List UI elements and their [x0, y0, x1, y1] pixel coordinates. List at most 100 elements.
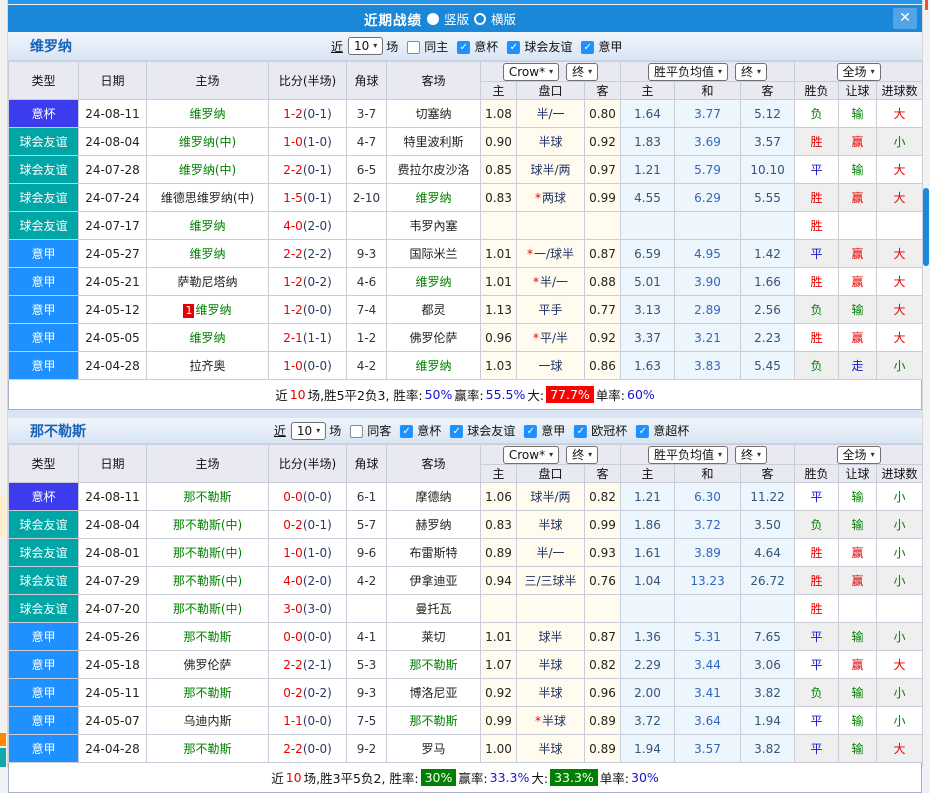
handicap-text: 球半/两 [530, 163, 571, 177]
competition-label[interactable]: 意甲 [541, 422, 565, 439]
horizontal-layout-radio[interactable] [474, 12, 486, 25]
competition-label[interactable]: 球会友谊 [467, 422, 515, 439]
odds-away-cell [583, 211, 622, 240]
halftime-score: (1-0) [302, 134, 332, 149]
score-cell: 1-5(0-1) [268, 183, 347, 212]
summary-segment: 30% [420, 769, 457, 786]
scope-select[interactable]: 全场 ▾ [836, 445, 881, 464]
vertical-layout-label[interactable]: 竖版 [444, 9, 469, 28]
handicap-text: 平/半 [539, 331, 569, 345]
date-cell: 24-05-07 [78, 706, 147, 735]
away-team-cell: 韦罗內塞 [386, 211, 481, 240]
avg-select[interactable]: 胜平负均值 ▾ [648, 445, 729, 464]
competition-checkbox[interactable]: ✓ [400, 425, 414, 438]
odds-away-cell: 0.86 [583, 351, 622, 380]
avg-home-cell: 1.83 [620, 127, 676, 156]
recent-results-dialog: 近期战绩 竖版 横版 ✕ 维罗纳 近 10 ▾ 场同主 ✓ 意杯 ✓ 球会友谊 ✓ 意甲 类型 日… [8, 4, 924, 793]
competition-label[interactable]: 欧冠杯 [591, 422, 627, 439]
avg-away-cell: 10.10 [740, 155, 796, 184]
competition-label[interactable]: 意杯 [417, 422, 441, 439]
handicap-result-cell: 赢 [838, 650, 878, 679]
home-team-cell: 维罗纳 [146, 323, 269, 352]
odds-home-cell: 1.13 [480, 295, 517, 324]
page-scrollbar-thumb[interactable] [923, 188, 929, 266]
col-avg-draw: 和 [674, 81, 742, 100]
same-venue-label[interactable]: 同主 [424, 38, 448, 55]
competition-checkbox[interactable]: ✓ [450, 425, 464, 438]
date-cell: 24-08-11 [78, 99, 147, 128]
away-team-cell: 那不勒斯 [386, 650, 481, 679]
fulltime-score: 2-2 [283, 246, 303, 261]
avg-home-cell: 1.21 [620, 155, 676, 184]
avg-select[interactable]: 胜平负均值 ▾ [648, 62, 729, 81]
avg-away-cell: 1.66 [740, 267, 796, 296]
handicap-star: * [526, 247, 533, 261]
competition-checkbox[interactable]: ✓ [636, 425, 650, 438]
type-cell: 意甲 [8, 706, 79, 735]
score-cell: 2-1(1-1) [268, 323, 347, 352]
odds-away-cell: 0.93 [583, 538, 622, 567]
avg-final-select[interactable]: 终 ▾ [735, 62, 768, 81]
competition-checkbox[interactable]: ✓ [524, 425, 538, 438]
score-cell: 1-2(0-0) [268, 295, 347, 324]
home-team-cell: 维罗纳 [146, 211, 269, 240]
avg-final-select[interactable]: 终 ▾ [735, 445, 768, 464]
result-cell: 胜 [794, 127, 840, 156]
same-venue-checkbox[interactable] [407, 40, 421, 54]
odds-home-cell [480, 594, 517, 623]
summary-row: 近 10 场,胜3平5负2, 胜率: 30% 赢率: 33.3% 大: 33.3% 单率:… [8, 763, 922, 793]
competition-checkbox[interactable]: ✓ [507, 40, 521, 54]
col-avg-home: 主 [620, 464, 676, 483]
col-home: 主场 [146, 61, 269, 100]
same-venue-label[interactable]: 同客 [367, 422, 391, 439]
close-icon[interactable]: ✕ [893, 8, 917, 29]
match-row: 意杯 24-08-11 那不勒斯 0-0(0-0) 6-1 摩德纳 1.06 球半/两 0.82… [8, 482, 924, 511]
competition-checkbox[interactable]: ✓ [574, 425, 588, 438]
score-cell: 1-0(1-0) [268, 538, 347, 567]
competition-label[interactable]: 意杯 [474, 38, 498, 55]
games-count-select[interactable]: 10 ▾ [290, 421, 327, 440]
summary-segment: 场,胜5平2负3, 胜率: [307, 388, 423, 403]
match-row: 球会友谊 24-07-24 维德思维罗纳(中) 1-5(0-1) 2-10 维罗纳 0.83… [8, 183, 924, 212]
score-cell: 3-0(3-0) [268, 594, 347, 623]
background-fragment [925, 0, 928, 10]
competition-label[interactable]: 意超杯 [653, 422, 689, 439]
fulltime-score: 2-2 [283, 162, 303, 177]
avg-home-cell: 1.94 [620, 734, 676, 763]
halftime-score: (2-0) [302, 573, 332, 588]
corner-cell: 5-7 [346, 510, 387, 539]
goals-cell: 大 [876, 650, 924, 679]
handicap-text: 半球 [538, 518, 563, 532]
competition-checkbox[interactable]: ✓ [457, 40, 471, 54]
handicap-text: 半球 [541, 714, 566, 728]
competition-label[interactable]: 球会友谊 [524, 38, 572, 55]
recent-link[interactable]: 近 [331, 38, 343, 55]
date-cell: 24-07-20 [78, 594, 147, 623]
recent-link[interactable]: 近 [274, 422, 286, 439]
fulltime-score: 0-2 [283, 517, 303, 532]
avg-draw-cell: 3.21 [674, 323, 742, 352]
handicap-result-cell: 输 [838, 622, 878, 651]
odds-home-cell: 0.96 [480, 323, 517, 352]
away-team-cell: 罗马 [386, 734, 481, 763]
halftime-score: (1-0) [302, 545, 332, 560]
background-fragment [0, 495, 6, 537]
games-count-select[interactable]: 10 ▾ [347, 37, 384, 55]
fulltime-score: 1-5 [283, 190, 303, 205]
odds-final-select[interactable]: 终 ▾ [566, 62, 599, 81]
odds-final-select[interactable]: 终 ▾ [566, 445, 599, 464]
competition-label[interactable]: 意甲 [598, 38, 622, 55]
vertical-layout-radio[interactable] [426, 12, 439, 25]
avg-select-group: 胜平负均值 ▾ 终 ▾ [620, 61, 796, 82]
goals-cell: 大 [876, 323, 924, 352]
handicap-result-cell: 赢 [838, 239, 878, 268]
scope-select[interactable]: 全场 ▾ [836, 62, 881, 81]
col-let-ball: 让球 [838, 464, 878, 483]
competition-checkbox[interactable]: ✓ [581, 40, 595, 54]
corner-cell: 9-3 [346, 239, 387, 268]
horizontal-layout-label[interactable]: 横版 [491, 9, 516, 28]
summary-segment: 单率: [595, 388, 625, 403]
odds-source-select[interactable]: Crow* ▾ [502, 445, 560, 464]
odds-source-select[interactable]: Crow* ▾ [502, 62, 560, 81]
same-venue-checkbox[interactable] [350, 425, 364, 438]
